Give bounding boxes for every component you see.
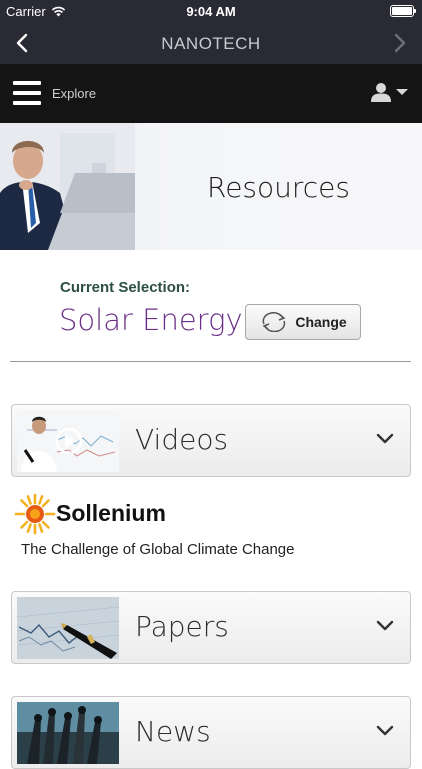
navigation-bar: NANOTECH [0, 22, 422, 64]
chevron-down-icon [376, 620, 394, 631]
explore-label[interactable]: Explore [52, 86, 96, 101]
menu-icon[interactable] [13, 81, 41, 105]
change-button[interactable]: Change [245, 304, 361, 340]
status-bar: Carrier 9:04 AM [0, 0, 422, 22]
sun-logo-icon [14, 493, 56, 535]
hero-banner: Resources [0, 123, 422, 250]
current-selection-value: Solar Energy [59, 303, 243, 337]
sponsor-name: Sollenium [56, 500, 166, 526]
status-time: 9:04 AM [186, 4, 236, 19]
battery-icon [390, 5, 416, 17]
section-news-label: News [135, 715, 211, 748]
section-videos[interactable]: Videos [11, 404, 411, 477]
current-selection-label: Current Selection: [60, 279, 191, 296]
section-news[interactable]: News [11, 696, 411, 769]
videos-thumbnail [17, 410, 119, 472]
section-videos-label: Videos [135, 423, 229, 456]
user-menu[interactable] [370, 82, 408, 102]
chevron-down-icon [376, 433, 394, 444]
news-thumbnail [17, 702, 119, 764]
caret-down-icon [396, 89, 408, 95]
businessman-photo [0, 123, 135, 250]
papers-thumbnail [17, 597, 119, 659]
page-title: Resources [207, 171, 350, 204]
refresh-icon [262, 312, 286, 332]
sponsor-tagline[interactable]: The Challenge of Global Climate Change [21, 541, 295, 558]
nav-title: NANOTECH [161, 34, 261, 53]
forward-chevron-icon[interactable] [388, 32, 410, 54]
divider [10, 361, 411, 362]
change-button-label: Change [295, 314, 347, 330]
section-papers-label: Papers [135, 610, 229, 643]
user-icon [371, 83, 391, 102]
explore-bar: Explore [0, 64, 422, 123]
chevron-down-icon [376, 725, 394, 736]
section-papers[interactable]: Papers [11, 591, 411, 664]
